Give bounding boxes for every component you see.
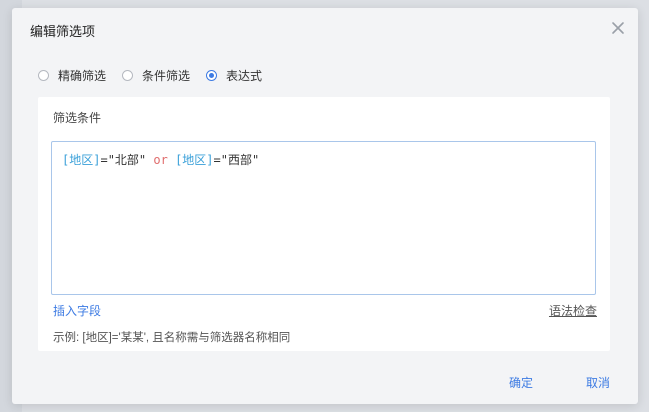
expression-token: [地区] [62, 153, 101, 167]
mode-exact-filter[interactable]: 精确筛选 [38, 67, 106, 84]
mode-condition-filter[interactable]: 条件筛选 [122, 67, 190, 84]
syntax-check-link[interactable]: 语法检查 [549, 302, 597, 319]
expression-token: = [213, 153, 221, 167]
panel-label: 筛选条件 [53, 111, 102, 125]
expression-token: "西部" [220, 153, 260, 167]
radio-exact[interactable] [38, 69, 49, 81]
mode-expression[interactable]: 表达式 [206, 67, 262, 84]
filter-mode-group: 精确筛选 条件筛选 表达式 [38, 67, 278, 83]
dialog-title: 编辑筛选项 [30, 24, 96, 39]
expression-token: "北部" [107, 153, 147, 167]
confirm-button[interactable]: 确定 [509, 374, 533, 391]
insert-field-link[interactable]: 插入字段 [53, 302, 101, 319]
edit-filter-dialog: 编辑筛选项 精确筛选 条件筛选 表达式 筛选条件 [地区]="北部" or [地… [12, 8, 638, 404]
expression-editor[interactable]: [地区]="北部" or [地区]="西部" [51, 141, 596, 295]
radio-expression[interactable] [206, 69, 218, 81]
mode-exact-label: 精确筛选 [58, 68, 107, 83]
example-hint: 示例: [地区]='某某', 且名称需与筛选器名称相同 [53, 332, 291, 344]
expression-token: [地区] [175, 153, 214, 167]
filter-condition-panel: 筛选条件 [地区]="北部" or [地区]="西部" 插入字段 语法检查 示例… [38, 97, 610, 351]
expression-token: = [100, 153, 108, 167]
expression-token [168, 153, 175, 167]
radio-condition[interactable] [122, 69, 134, 81]
mode-expression-label: 表达式 [226, 68, 263, 83]
cancel-button[interactable]: 取消 [586, 374, 610, 391]
mode-condition-label: 条件筛选 [142, 68, 191, 83]
expression-token: or [153, 153, 168, 167]
close-icon[interactable] [610, 20, 626, 36]
